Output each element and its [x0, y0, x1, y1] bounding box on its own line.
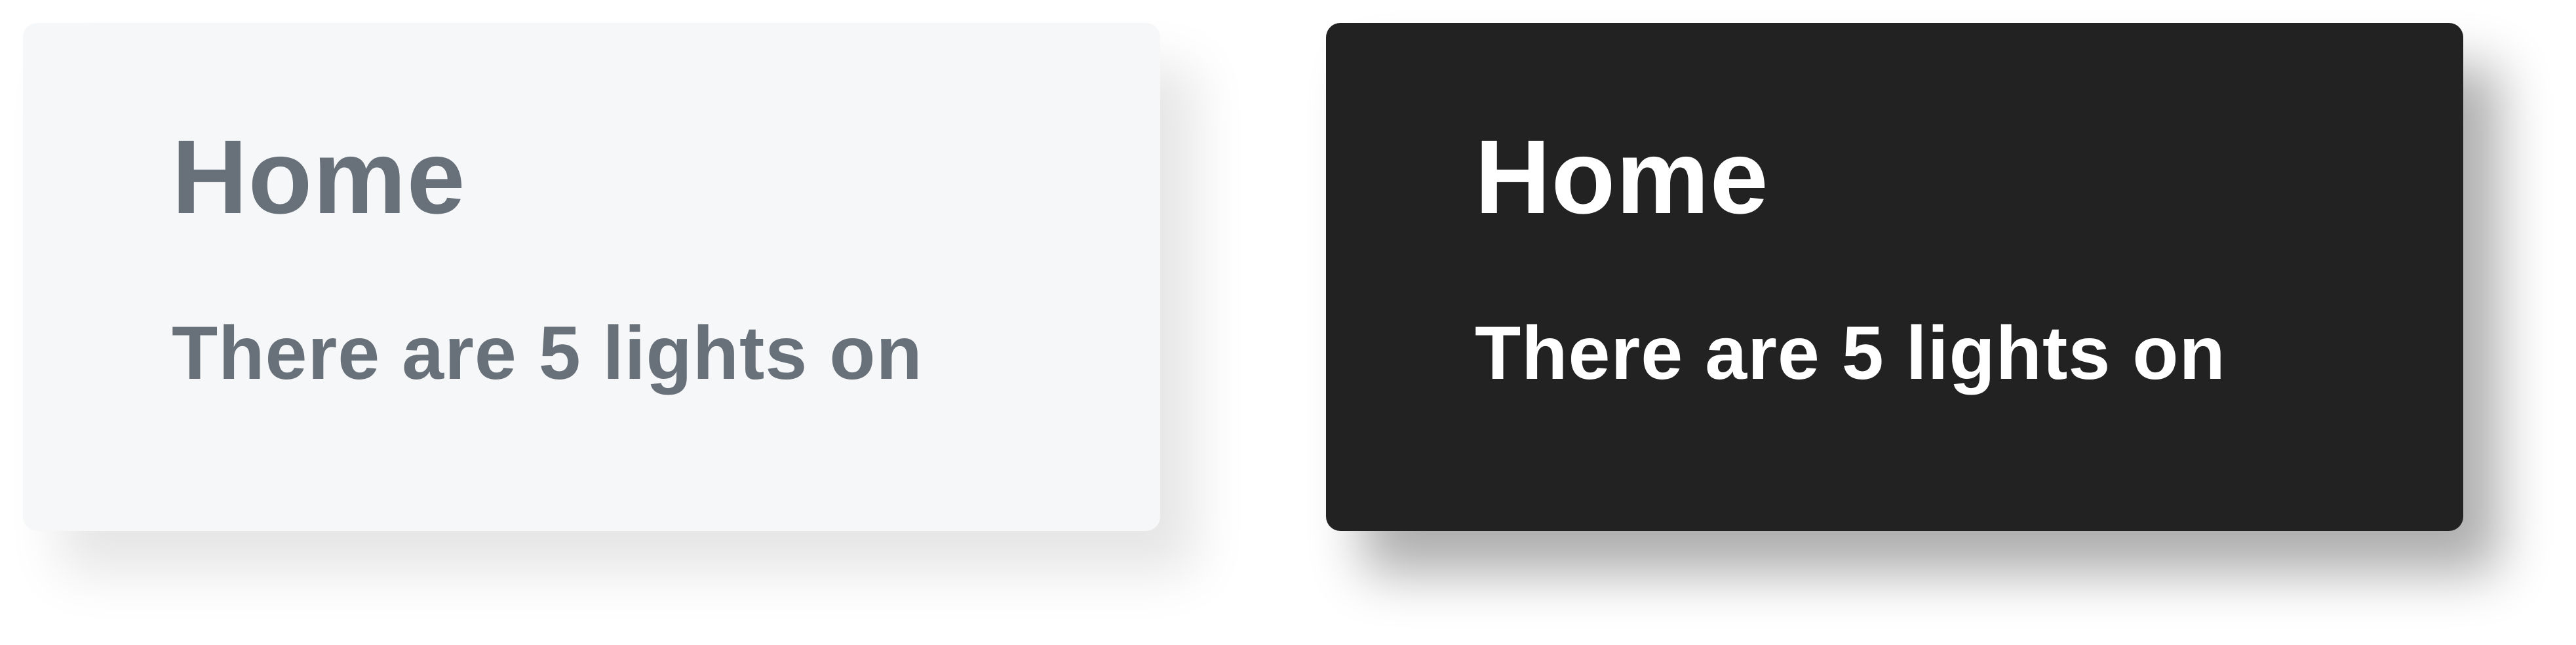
card-subtitle: There are 5 lights on: [172, 311, 923, 395]
home-card-light[interactable]: Home There are 5 lights on: [23, 23, 1160, 531]
card-title: Home: [1475, 118, 1769, 235]
card-subtitle: There are 5 lights on: [1475, 311, 2226, 395]
home-card-dark[interactable]: Home There are 5 lights on: [1326, 23, 2463, 531]
card-title: Home: [172, 118, 466, 235]
